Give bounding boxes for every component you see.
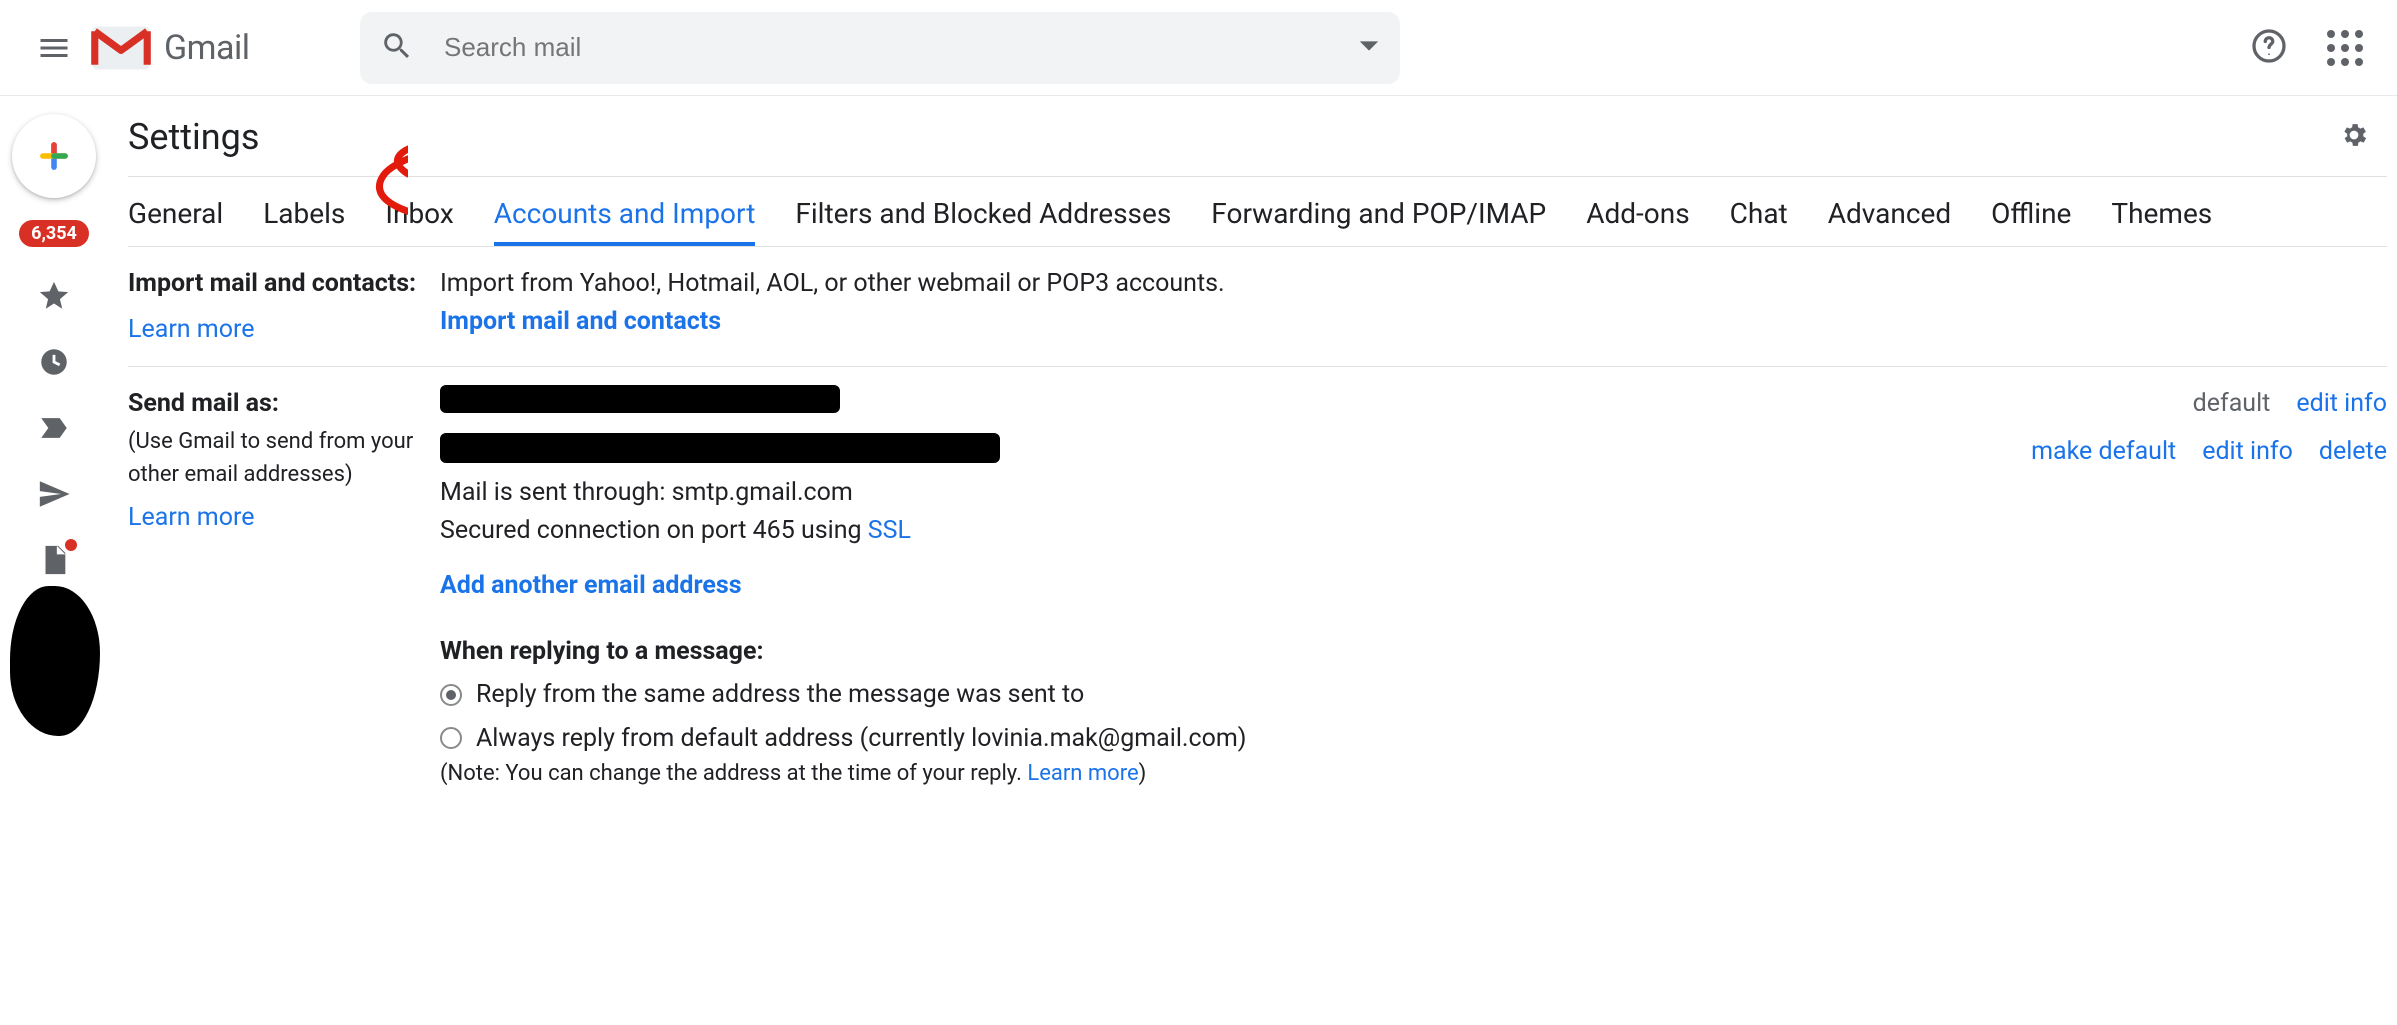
search-input[interactable] (444, 32, 1358, 63)
apps-grid-icon[interactable] (2327, 30, 2363, 66)
edit-info-link-1[interactable]: edit info (2296, 385, 2387, 423)
sent-icon[interactable] (37, 477, 71, 511)
port-line: Secured connection on port 465 using SSL (440, 512, 2387, 550)
tab-forwarding-and-pop-imap[interactable]: Forwarding and POP/IMAP (1211, 197, 1546, 230)
settings-tabs: General Labels Inbox Accounts and Import Fil… (128, 176, 2387, 247)
search-icon[interactable] (380, 29, 414, 67)
add-another-email-link[interactable]: Add another email address (440, 571, 742, 600)
tab-filters-and-blocked-addresses[interactable]: Filters and Blocked Addresses (795, 197, 1171, 230)
tab-themes[interactable]: Themes (2111, 197, 2212, 230)
search-options-caret-icon[interactable] (1358, 38, 1380, 57)
reply-same-address-radio[interactable] (440, 684, 462, 706)
reply-opt1-label: Reply from the same address the message … (476, 676, 1084, 714)
page-title: Settings (128, 116, 259, 158)
send-as-note: (Use Gmail to send from your other email… (128, 425, 424, 491)
search-bar[interactable] (360, 12, 1400, 84)
import-learn-more-link[interactable]: Learn more (128, 311, 254, 349)
edit-info-link-2[interactable]: edit info (2202, 433, 2293, 471)
help-icon[interactable] (2251, 28, 2287, 68)
reply-note: (Note: You can change the address at the… (440, 757, 2387, 790)
drafts-unread-dot-icon (65, 539, 77, 551)
tab-advanced[interactable]: Advanced (1828, 197, 1951, 230)
important-icon[interactable] (37, 411, 71, 445)
make-default-link[interactable]: make default (2031, 433, 2176, 471)
ssl-link[interactable]: SSL (868, 516, 911, 545)
reply-heading: When replying to a message: (440, 633, 2387, 671)
redacted-profile-blob (10, 586, 100, 736)
snoozed-icon[interactable] (37, 345, 71, 379)
import-mail-contacts-link[interactable]: Import mail and contacts (440, 307, 721, 336)
send-as-default-label: default (2193, 385, 2271, 423)
redacted-email-2 (440, 433, 1000, 463)
send-as-label: Send mail as: (128, 385, 424, 423)
product-name: Gmail (164, 28, 250, 68)
reply-default-address-radio[interactable] (440, 727, 462, 749)
smtp-line: Mail is sent through: smtp.gmail.com (440, 474, 2387, 512)
delete-link[interactable]: delete (2319, 433, 2387, 471)
gmail-logo[interactable]: Gmail (90, 24, 360, 72)
tab-add-ons[interactable]: Add-ons (1586, 197, 1689, 230)
import-description: Import from Yahoo!, Hotmail, AOL, or oth… (440, 265, 2387, 303)
reply-note-learn-more-link[interactable]: Learn more (1027, 761, 1138, 786)
tab-general[interactable]: General (128, 197, 223, 230)
settings-gear-icon[interactable] (2339, 120, 2369, 154)
starred-icon[interactable] (37, 279, 71, 313)
compose-button[interactable] (12, 114, 96, 198)
import-label: Import mail and contacts: (128, 265, 424, 303)
tab-inbox[interactable]: Inbox (385, 197, 453, 230)
inbox-count-badge[interactable]: 6,354 (19, 220, 89, 247)
tab-offline[interactable]: Offline (1991, 197, 2071, 230)
tab-accounts-and-import[interactable]: Accounts and Import (494, 197, 756, 230)
reply-opt2-label: Always reply from default address (curre… (476, 720, 1247, 758)
menu-icon[interactable] (18, 30, 90, 66)
redacted-email-1 (440, 385, 840, 413)
send-as-learn-more-link[interactable]: Learn more (128, 499, 254, 537)
drafts-icon[interactable] (37, 543, 71, 581)
tab-chat[interactable]: Chat (1730, 197, 1788, 230)
sidebar: 6,354 (0, 96, 108, 1025)
tab-labels[interactable]: Labels (263, 197, 345, 230)
